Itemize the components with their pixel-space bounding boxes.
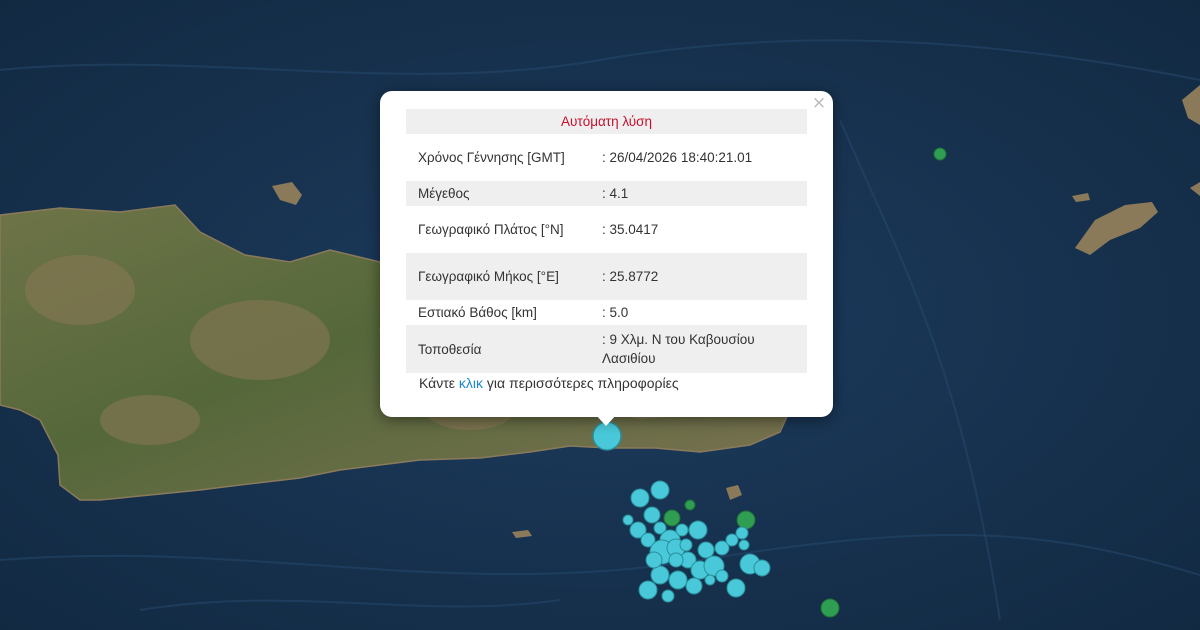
earthquake-marker-recent[interactable] (726, 578, 746, 598)
earthquake-marker-recent[interactable] (738, 539, 750, 551)
location-label: Τοποθεσία (406, 325, 598, 373)
earthquake-marker-recent[interactable] (645, 551, 663, 569)
close-icon[interactable]: × (811, 95, 827, 112)
earthquake-marker-recent[interactable] (679, 538, 693, 552)
popup-title-row: Αυτόματη λύση (406, 109, 807, 134)
table-row: Τοποθεσία : 9 Χλμ. Ν του Καβουσίου Λασιθ… (406, 325, 807, 373)
earthquake-marker-older[interactable] (684, 499, 696, 511)
earthquake-marker-older[interactable] (933, 147, 947, 161)
earthquake-marker-recent[interactable] (630, 488, 650, 508)
earthquake-marker-recent[interactable] (668, 552, 684, 568)
earthquake-marker-recent[interactable] (753, 559, 771, 577)
magnitude-value: : 4.1 (598, 181, 807, 206)
table-row: Γεωγραφικό Πλάτος [°N] : 35.0417 (406, 206, 807, 253)
selected-earthquake-marker[interactable] (592, 421, 622, 451)
earthquake-marker-recent[interactable] (688, 520, 708, 540)
popup-pointer (595, 414, 617, 426)
more-info-link[interactable]: κλικ (459, 375, 483, 391)
earthquake-marker-recent[interactable] (650, 480, 670, 500)
earthquake-marker-recent[interactable] (715, 569, 729, 583)
table-row: Μέγεθος : 4.1 (406, 181, 807, 206)
latitude-label: Γεωγραφικό Πλάτος [°N] (418, 222, 564, 237)
more-info-suffix: για περισσότερες πληροφορίες (483, 375, 679, 391)
earthquake-marker-recent[interactable] (735, 526, 749, 540)
table-row: Εστιακό Βάθος [km] : 5.0 (406, 300, 807, 325)
earthquake-marker-recent[interactable] (685, 577, 703, 595)
earthquake-marker-recent[interactable] (675, 523, 689, 537)
earthquake-marker-older[interactable] (820, 598, 840, 618)
popup-title: Αυτόματη λύση (406, 109, 807, 134)
location-value: : 9 Χλμ. Ν του Καβουσίου Λασιθίου (598, 325, 807, 373)
earthquake-marker-recent[interactable] (661, 589, 675, 603)
origin-time-value: : 26/04/2026 18:40:21.01 (602, 150, 753, 165)
earthquake-marker-recent[interactable] (668, 570, 688, 590)
earthquake-marker-recent[interactable] (697, 541, 715, 559)
more-info-line: Κάντε κλικ για περισσότερες πληροφορίες (419, 375, 679, 391)
earthquake-marker-recent[interactable] (704, 574, 716, 586)
earthquake-marker-older[interactable] (736, 510, 756, 530)
more-info-prefix: Κάντε (419, 375, 459, 391)
earthquake-details-table: Αυτόματη λύση Χρόνος Γέννησης [GMT] : 26… (406, 109, 807, 373)
longitude-label: Γεωγραφικό Μήκος [°E] (406, 253, 598, 300)
latitude-value: : 35.0417 (602, 222, 659, 237)
longitude-value: : 25.8772 (598, 253, 807, 300)
earthquake-marker-older[interactable] (663, 509, 681, 527)
table-row: Γεωγραφικό Μήκος [°E] : 25.8772 (406, 253, 807, 300)
earthquake-marker-recent[interactable] (638, 580, 658, 600)
earthquake-marker-recent[interactable] (650, 565, 670, 585)
depth-label: Εστιακό Βάθος [km] (418, 305, 537, 320)
magnitude-label: Μέγεθος (406, 181, 598, 206)
origin-time-label: Χρόνος Γέννησης [GMT] (418, 150, 565, 165)
earthquake-marker-recent[interactable] (643, 506, 661, 524)
earthquake-info-popup: × Αυτόματη λύση Χρόνος Γέννησης [GMT] : … (380, 91, 833, 417)
earthquake-marker-recent[interactable] (622, 514, 634, 526)
table-row: Χρόνος Γέννησης [GMT] : 26/04/2026 18:40… (406, 134, 807, 181)
depth-value: : 5.0 (602, 305, 629, 320)
